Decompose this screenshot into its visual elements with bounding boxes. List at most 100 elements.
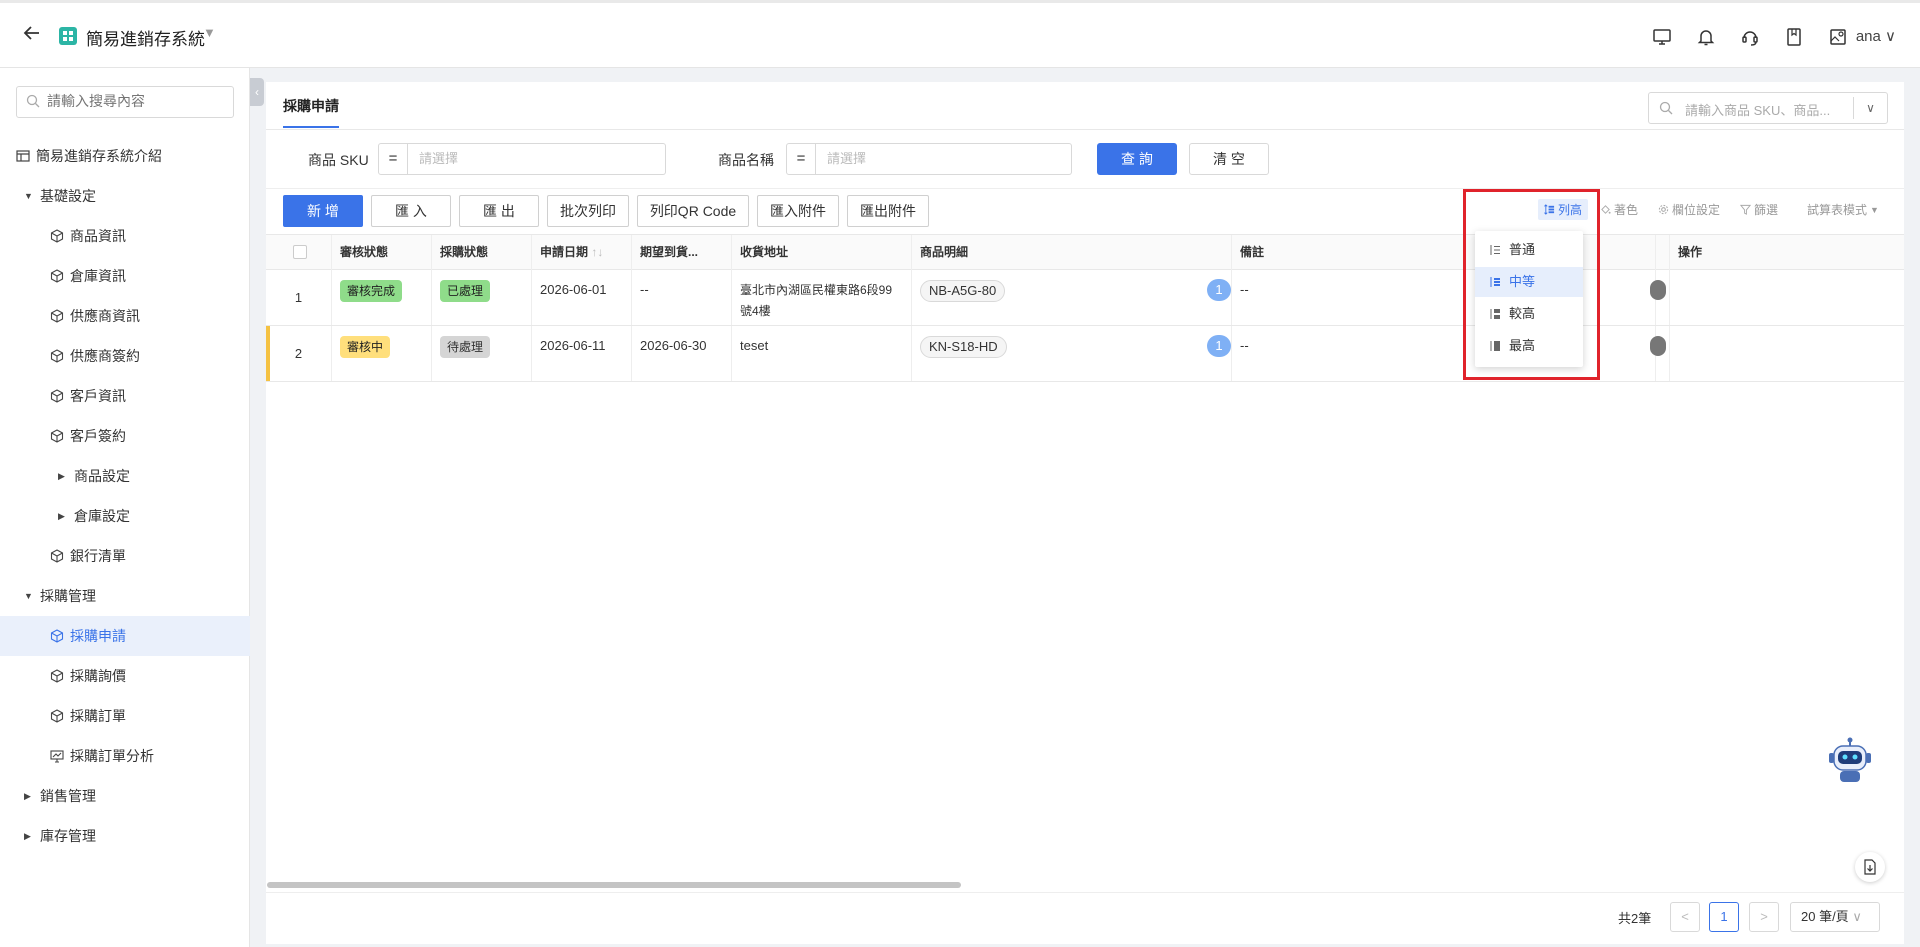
chart-icon [50,750,64,763]
column-header-truncated[interactable] [1656,235,1670,271]
column-header[interactable]: 商品明細 [912,235,1232,271]
table-row[interactable]: 1 審核完成 已處理 2026-06-01 -- 臺北市內湖區民權東路6段99號… [266,270,1904,326]
sidebar-item-intro[interactable]: 簡易進銷存系統介紹 [0,136,250,176]
global-search[interactable]: 請輸入商品 SKU、商品... ∨ [1648,92,1888,124]
gear-icon [1658,204,1669,215]
sku-operator-select[interactable]: = [378,143,408,175]
select-all-checkbox[interactable] [293,245,307,259]
column-header-label: 申請日期 [540,245,589,259]
scrollbar-thumb[interactable] [267,882,961,888]
name-operator-select[interactable]: = [786,143,816,175]
sidebar-search-input[interactable] [47,93,227,109]
export-doc-button[interactable] [1855,852,1885,882]
batch-print-button[interactable]: 批次列印 [547,195,629,227]
sidebar-group-product-settings[interactable]: ▶ 商品設定 [0,456,250,496]
chevron-down-icon[interactable]: ∨ [1853,97,1887,119]
robot-assistant-icon[interactable] [1827,737,1873,785]
sidebar-group-inventory[interactable]: ▶ 庫存管理 [0,816,250,856]
page-1-button[interactable]: 1 [1709,902,1739,932]
image-user-icon[interactable] [1826,25,1850,49]
sku-filter-input[interactable]: 請選擇 [408,143,666,175]
sidebar-item-warehouse-info[interactable]: 倉庫資訊 [0,256,250,296]
page-size-select[interactable]: 20 筆/頁 ∨ [1790,902,1880,932]
sidebar-item-purchase-inquiry[interactable]: 採購詢價 [0,656,250,696]
column-header[interactable]: 審核狀態 [332,235,432,271]
sidebar-group-warehouse-settings[interactable]: ▶ 倉庫設定 [0,496,250,536]
status-badge: 已處理 [440,280,491,302]
sidebar-item-label: 庫存管理 [40,828,96,844]
cube-icon [50,349,64,363]
sidebar-item-product-info[interactable]: 商品資訊 [0,216,250,256]
sidebar-item-customer-info[interactable]: 客戶資訊 [0,376,250,416]
export-button[interactable]: 匯 出 [459,195,539,227]
column-header-apply-date[interactable]: 申請日期 ↑↓ [532,235,632,271]
sort-icon[interactable]: ↑↓ [591,245,603,259]
tab-purchase-request[interactable]: 採購申請 [283,96,339,128]
sku-chip[interactable]: KN-S18-HD [920,336,1007,358]
cube-icon [50,669,64,683]
count-badge[interactable]: 1 [1207,279,1231,301]
column-header[interactable]: 收貨地址 [732,235,912,271]
horizontal-scrollbar[interactable] [266,880,1904,890]
sku-chip[interactable]: NB-A5G-80 [920,280,1006,302]
total-count: 共2筆 [1618,911,1652,926]
filter-row: 商品 SKU = 請選擇 商品名稱 = 請選擇 查 詢 清 空 [266,140,1904,184]
column-header[interactable]: 期望到貨... [632,235,732,271]
sidebar-item-purchase-request[interactable]: 採購申請 [0,616,250,656]
filter-button[interactable]: 篩選 [1740,201,1778,218]
audit-status-cell: 審核完成 [332,270,432,325]
cube-icon [50,229,64,243]
prev-page-button[interactable]: < [1670,902,1700,932]
query-button[interactable]: 查 詢 [1097,143,1177,175]
column-settings-button[interactable]: 欄位設定 [1658,201,1720,218]
add-button[interactable]: 新 增 [283,195,363,227]
spreadsheet-mode-button[interactable]: 試算表模式 ▼ [1807,201,1879,218]
audit-status-cell: 審核中 [332,326,432,381]
sidebar-item-customer-contract[interactable]: 客戶簽約 [0,416,250,456]
table-header: 審核狀態 採購狀態 申請日期 ↑↓ 期望到貨... 收貨地址 商品明細 備註 操… [266,234,1904,271]
sidebar-group-sales[interactable]: ▶ 銷售管理 [0,776,250,816]
avatar [1650,280,1666,300]
sidebar-group-purchase[interactable]: ▼ 採購管理 [0,576,250,616]
next-page-button[interactable]: > [1749,902,1779,932]
search-icon [1659,101,1673,115]
clear-button[interactable]: 清 空 [1189,143,1269,175]
monitor-icon[interactable] [1650,25,1674,49]
headset-icon[interactable] [1738,25,1762,49]
import-button[interactable]: 匯 入 [371,195,451,227]
back-arrow-icon[interactable] [22,23,44,45]
app-title[interactable]: 簡易進銷存系統 [86,25,205,50]
bell-icon[interactable] [1694,25,1718,49]
sidebar-group-basic-settings[interactable]: ▼ 基礎設定 [0,176,250,216]
caret-down-icon: ▼ [24,591,33,601]
count-badge[interactable]: 1 [1207,335,1231,357]
caret-right-icon: ▶ [24,831,31,841]
sidebar-item-supplier-info[interactable]: 供應商資訊 [0,296,250,336]
purchase-status-cell: 待處理 [432,326,532,381]
table-row[interactable]: 2 審核中 待處理 2026-06-11 2026-06-30 teset KN… [266,326,1904,382]
sidebar-item-label: 倉庫資訊 [70,268,126,284]
cube-icon [50,549,64,563]
book-icon[interactable] [1782,25,1806,49]
sidebar-item-bank-list[interactable]: 銀行清單 [0,536,250,576]
color-button[interactable]: 著色 [1600,201,1638,218]
sidebar-item-purchase-order[interactable]: 採購訂單 [0,696,250,736]
sidebar-item-label: 供應商簽約 [70,348,140,364]
import-attachment-button[interactable]: 匯入附件 [757,195,839,227]
sidebar-item-label: 採購申請 [70,628,126,644]
chevron-down-icon: ∨ [1885,28,1896,45]
print-qr-button[interactable]: 列印QR Code [637,195,749,227]
name-filter-input[interactable]: 請選擇 [816,143,1072,175]
sidebar-item-purchase-order-analysis[interactable]: 採購訂單分析 [0,736,250,776]
sidebar-item-supplier-contract[interactable]: 供應商簽約 [0,336,250,376]
address-cell: 臺北市內湖區民權東路6段99號4樓 [732,270,912,325]
app-switch-caret-icon[interactable]: ▼ [203,25,216,40]
sidebar-search[interactable] [16,86,234,118]
export-attachment-button[interactable]: 匯出附件 [847,195,929,227]
select-all-cell [266,235,332,271]
column-header[interactable]: 採購狀態 [432,235,532,271]
user-menu[interactable]: ana ∨ [1856,27,1896,45]
sidebar-collapse-button[interactable]: ‹ [250,78,264,106]
spreadsheet-mode-label: 試算表模式 [1807,203,1868,217]
sidebar-item-label: 客戶簽約 [70,428,126,444]
